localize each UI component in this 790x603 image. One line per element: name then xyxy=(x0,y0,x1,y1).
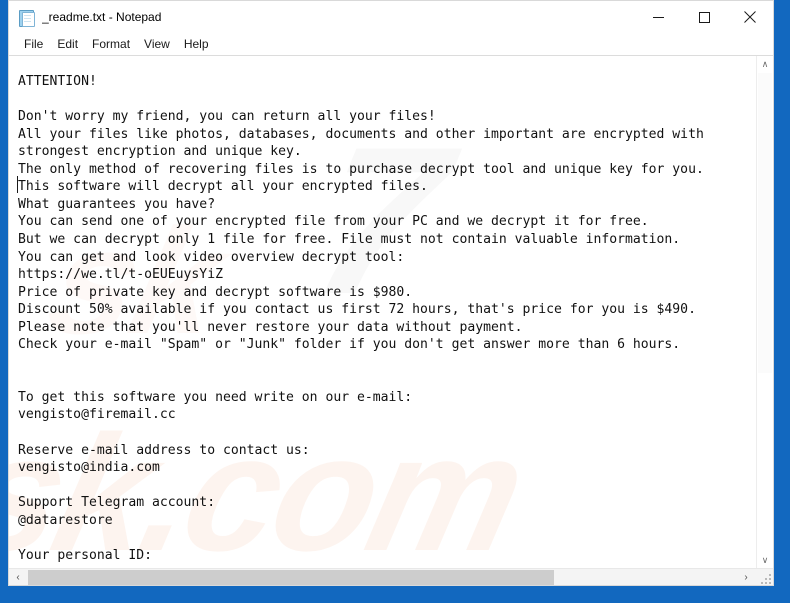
horizontal-scrollbar[interactable]: ‹ › xyxy=(9,568,773,585)
window-title: _readme.txt - Notepad xyxy=(42,10,162,24)
menu-item-view[interactable]: View xyxy=(137,35,177,54)
ransom-note-text: ATTENTION! Don't worry my friend, you ca… xyxy=(18,74,704,569)
maximize-button[interactable] xyxy=(681,1,727,33)
scroll-left-arrow-icon[interactable]: ‹ xyxy=(9,569,27,585)
title-bar[interactable]: _readme.txt - Notepad xyxy=(9,1,773,33)
menu-item-edit[interactable]: Edit xyxy=(50,35,85,54)
menu-item-file[interactable]: File xyxy=(17,35,50,54)
title-bar-left: _readme.txt - Notepad xyxy=(9,9,635,27)
minimize-icon xyxy=(652,16,664,18)
horizontal-scrollbar-track[interactable] xyxy=(554,569,737,585)
menu-item-format[interactable]: Format xyxy=(85,35,137,54)
scroll-down-arrow-icon[interactable]: ∨ xyxy=(757,552,773,569)
menu-item-help[interactable]: Help xyxy=(177,35,216,54)
resize-grip[interactable] xyxy=(756,569,773,585)
text-editor[interactable]: 7 sk sk.com ATTENTION! Don't worry my fr… xyxy=(9,56,756,569)
minimize-button[interactable] xyxy=(635,1,681,33)
scroll-right-arrow-icon[interactable]: › xyxy=(737,569,755,585)
menu-bar: File Edit Format View Help xyxy=(9,33,773,55)
client-area: 7 sk sk.com ATTENTION! Don't worry my fr… xyxy=(9,55,773,585)
window-inner-frame: _readme.txt - Notepad File Edit Format V… xyxy=(8,0,774,586)
caption-button-group xyxy=(635,1,773,33)
vertical-scrollbar-thumb[interactable] xyxy=(758,73,772,373)
vertical-scrollbar[interactable]: ∧ ∨ xyxy=(756,56,773,569)
maximize-icon xyxy=(698,11,710,23)
close-button[interactable] xyxy=(727,1,773,33)
close-icon xyxy=(744,11,756,23)
horizontal-scrollbar-thumb[interactable] xyxy=(28,570,554,585)
text-caret xyxy=(17,176,18,193)
notepad-window: _readme.txt - Notepad File Edit Format V… xyxy=(0,0,790,603)
notepad-icon xyxy=(18,9,35,27)
scroll-up-arrow-icon[interactable]: ∧ xyxy=(757,56,773,73)
